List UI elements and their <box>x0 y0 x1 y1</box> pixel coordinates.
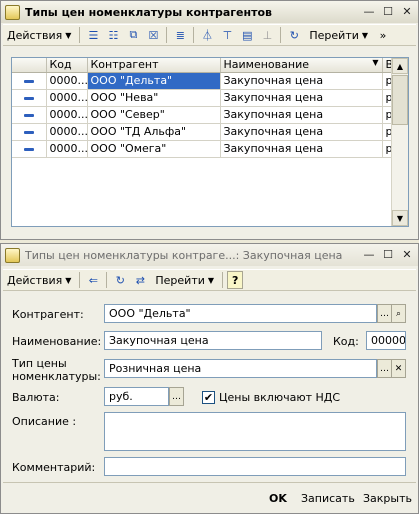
form-window-title: Типы цен номенклатуры контраге...: Закуп… <box>25 248 343 262</box>
row-marker-icon <box>23 113 34 117</box>
name-label: Наименование: <box>12 335 102 348</box>
maximize-icon[interactable]: ☐ <box>380 247 396 262</box>
minimize-icon[interactable]: — <box>361 4 377 19</box>
refresh-icon[interactable]: ↻ <box>111 271 129 289</box>
name-field[interactable]: Закупочная цена <box>104 331 322 350</box>
price-type-form-window: Типы цен номенклатуры контраге...: Закуп… <box>0 243 419 514</box>
refresh-icon[interactable]: ↻ <box>285 26 303 44</box>
comment-field[interactable] <box>104 457 406 476</box>
row-marker-icon <box>23 79 34 83</box>
back-arrow-icon[interactable]: ⇐ <box>84 271 102 289</box>
table-scrollbar[interactable]: ▲ ▼ <box>391 58 408 226</box>
scroll-down-icon[interactable]: ▼ <box>392 210 408 226</box>
table-row[interactable]: 0000... ООО "Нева" Закупочная цена ру <box>12 89 396 107</box>
comment-label: Комментарий: <box>12 461 96 474</box>
close-icon[interactable]: ✕ <box>399 247 415 262</box>
column-header-name[interactable]: Наименование ▼ <box>220 58 383 73</box>
actions-menu-button[interactable]: Действия ▼ <box>3 26 75 44</box>
document-icon <box>5 4 20 20</box>
close-button[interactable]: Закрыть <box>363 489 412 507</box>
scrollbar-thumb[interactable] <box>392 75 408 125</box>
currency-select-button[interactable]: … <box>169 387 184 406</box>
swap-icon[interactable]: ⇄ <box>131 271 149 289</box>
table-row[interactable]: 0000... ООО "Дельта" Закупочная цена ру <box>12 72 396 90</box>
add-icon[interactable]: ☰ <box>84 26 102 44</box>
list-window-title: Типы цен номенклатуры контрагентов <box>25 5 272 19</box>
column-header-marker[interactable] <box>12 58 47 73</box>
price-types-table: Код Контрагент Наименование▼ Ва 0000... … <box>11 57 409 227</box>
form-toolbar: Действия ▼ ⇐ ↻ ⇄ Перейти ▼ ? <box>3 269 416 291</box>
price-type-select-button[interactable]: … <box>377 359 392 378</box>
table-row[interactable]: 0000... ООО "Север" Закупочная цена ру <box>12 106 396 124</box>
table-row[interactable]: 0000... ООО "ТД Альфа" Закупочная цена р… <box>12 123 396 141</box>
code-field[interactable]: 000000 <box>366 331 406 350</box>
filter-by-value-icon[interactable]: ⊤ <box>218 26 236 44</box>
price-type-clear-button[interactable]: ✕ <box>391 359 406 378</box>
help-button[interactable]: ? <box>227 271 244 289</box>
row-marker-icon <box>23 130 34 134</box>
hierarchy-icon[interactable]: ≣ <box>171 26 189 44</box>
form-window-titlebar: Типы цен номенклатуры контраге...: Закуп… <box>1 244 418 266</box>
minimize-icon[interactable]: — <box>361 247 377 262</box>
list-toolbar: Действия ▼ ☰ ☷ ⧉ ☒ ≣ ⏃ ⊤ ▤ ⊥ ↻ Перейти ▼ » <box>3 24 416 46</box>
contractor-select-button[interactable]: … <box>377 304 392 323</box>
save-button[interactable]: Записать <box>301 489 355 507</box>
clear-filter-icon[interactable]: ⊥ <box>258 26 276 44</box>
copy-icon[interactable]: ⧉ <box>124 26 142 44</box>
filter-history-icon[interactable]: ▤ <box>238 26 256 44</box>
toolbar-overflow-icon[interactable]: » <box>374 26 392 44</box>
close-icon[interactable]: ✕ <box>399 4 415 19</box>
contractor-field[interactable]: ООО "Дельта" <box>104 304 377 323</box>
code-label: Код: <box>333 335 359 348</box>
contractor-label: Контрагент: <box>12 308 84 321</box>
maximize-icon[interactable]: ☐ <box>380 4 396 19</box>
ok-button[interactable]: OK <box>269 489 287 507</box>
price-type-label-line2: номенклатуры: <box>12 370 101 383</box>
price-types-list-window: Типы цен номенклатуры контрагентов — ☐ ✕… <box>0 0 419 240</box>
row-marker-icon <box>23 96 34 100</box>
delete-mark-icon[interactable]: ☒ <box>144 26 162 44</box>
currency-label: Валюта: <box>12 391 60 404</box>
price-type-label: Тип цены <box>12 357 67 370</box>
document-icon <box>5 247 20 263</box>
description-field[interactable] <box>104 412 406 451</box>
price-type-field[interactable]: Розничная цена <box>104 359 377 378</box>
goto-menu-button[interactable]: Перейти ▼ <box>305 26 372 44</box>
contractor-open-button[interactable]: ⌕ <box>391 304 406 323</box>
add-group-icon[interactable]: ☷ <box>104 26 122 44</box>
vat-included-checkbox[interactable]: ✔ <box>202 391 215 404</box>
actions-menu-button[interactable]: Действия ▼ <box>3 271 75 289</box>
description-label: Описание : <box>12 415 77 428</box>
list-window-titlebar: Типы цен номенклатуры контрагентов — ☐ ✕ <box>1 1 418 23</box>
row-marker-icon <box>23 147 34 151</box>
column-header-contractor[interactable]: Контрагент <box>87 58 221 73</box>
goto-menu-button[interactable]: Перейти ▼ <box>151 271 218 289</box>
vat-included-label[interactable]: Цены включают НДС <box>219 391 340 404</box>
filter-icon[interactable]: ⏃ <box>198 26 216 44</box>
column-header-code[interactable]: Код <box>46 58 88 73</box>
currency-field[interactable]: руб. <box>104 387 169 406</box>
table-row[interactable]: 0000... ООО "Омега" Закупочная цена ру <box>12 140 396 158</box>
footer-divider <box>3 482 416 483</box>
scroll-up-icon[interactable]: ▲ <box>392 58 408 74</box>
